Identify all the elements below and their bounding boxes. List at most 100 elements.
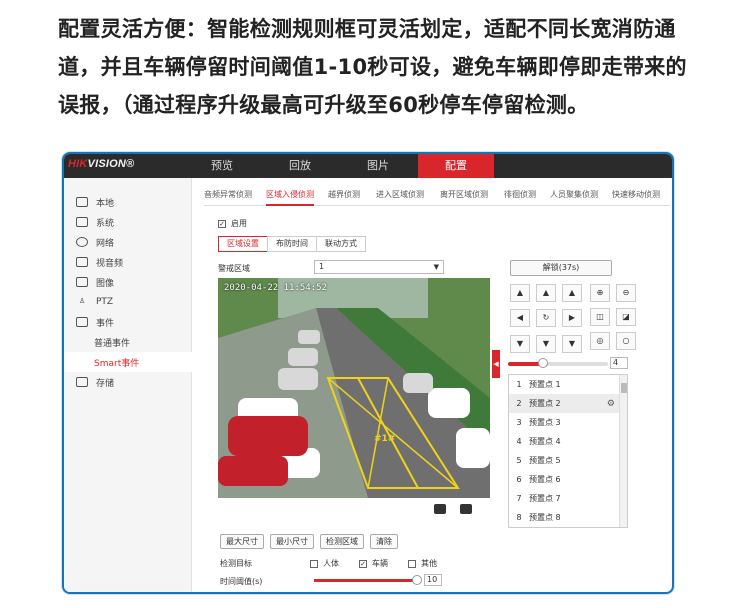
target-human-option[interactable]: 人体 [310, 558, 339, 569]
preset-item[interactable]: 3 预置点 3 [509, 413, 621, 432]
sidebar-item-system[interactable]: 系统 [64, 212, 192, 232]
ptz-up-button[interactable]: ▲ [536, 284, 556, 302]
preset-item[interactable]: 6 预置点 6 [509, 470, 621, 489]
step-area-settings[interactable]: 区域设置 [218, 236, 268, 252]
ptz-left-button[interactable]: ◀ [510, 309, 530, 328]
ptz-icon: ♙ [78, 297, 86, 305]
ptz-speed-slider[interactable] [508, 358, 608, 368]
image-icon [76, 277, 88, 287]
tab-audio-exception[interactable]: 音频异常侦测 [204, 186, 252, 206]
tab-people-gathering[interactable]: 人员聚集侦测 [550, 186, 598, 206]
max-size-button[interactable]: 最大尺寸 [220, 534, 264, 549]
audio-video-icon [76, 257, 88, 267]
preset-item[interactable]: 5 预置点 5 [509, 451, 621, 470]
ptz-speed-value[interactable]: 4 [610, 357, 628, 369]
nav-tab-playback[interactable]: 回放 [262, 154, 338, 178]
config-steps: 区域设置 布防时间 联动方式 [218, 236, 366, 252]
sidebar-item-event[interactable]: 事件 [64, 312, 192, 332]
time-threshold-value[interactable]: 10 [424, 574, 442, 586]
target-other-option[interactable]: 其他 [408, 558, 437, 569]
zone-tag: #1# [374, 434, 396, 444]
ptz-up-right-button[interactable]: ▲ [562, 284, 582, 302]
tab-intrusion[interactable]: 区域入侵侦测 [266, 186, 314, 206]
sidebar-item-audio-video[interactable]: 视音频 [64, 252, 192, 272]
sidebar: 本地 系统 网络 视音频 图像 ♙ PTZ 事件 普通事件 Smart事件 存储 [64, 178, 192, 592]
preset-list: 1 预置点 1 2 预置点 2 ⚙ 3 预置点 3 4 预置点 4 5 预置点 5 6 预置点… [508, 374, 628, 528]
tab-loitering[interactable]: 徘徊侦测 [504, 186, 536, 206]
zone-select[interactable]: 1 ▼ [314, 260, 444, 274]
iris-close-icon[interactable]: ○ [616, 332, 636, 350]
preset-item[interactable]: 8 预置点 8 [509, 508, 621, 527]
ptz-speed-knob[interactable] [538, 358, 548, 368]
tab-region-exiting[interactable]: 离开区域侦测 [440, 186, 488, 206]
chevron-down-icon: ▼ [433, 263, 439, 271]
live-video[interactable]: 2020-04-22 11:54:52 #1# [218, 278, 490, 498]
detection-target-row: 检测目标 人体 ✓ 车辆 其他 [220, 558, 437, 569]
preset-item[interactable]: 1 预置点 1 [509, 375, 621, 394]
ptz-direction-pad: ▲ ▲ ▲ ◀ ↻ ▶ ▼ ▼ ▼ [510, 284, 586, 354]
ptz-down-button[interactable]: ▼ [536, 334, 556, 353]
ptz-auto-button[interactable]: ↻ [536, 309, 556, 328]
iris-open-icon[interactable]: ◎ [590, 332, 610, 350]
nav-tab-preview[interactable]: 预览 [184, 154, 260, 178]
caption-line-3: 误报，（通过程序升级最高可升级至60秒停车停留检测。 [58, 93, 589, 117]
enable-checkbox[interactable]: ✓ [218, 219, 226, 228]
sidebar-item-image[interactable]: 图像 [64, 272, 192, 292]
gear-icon[interactable]: ⚙ [607, 399, 615, 409]
sidebar-item-local[interactable]: 本地 [64, 192, 192, 212]
sidebar-item-network[interactable]: 网络 [64, 232, 192, 252]
target-other-checkbox[interactable] [408, 559, 416, 568]
detection-area-button[interactable]: 检测区域 [320, 534, 364, 549]
video-osd-timestamp: 2020-04-22 11:54:52 [224, 283, 327, 293]
preset-item[interactable]: 7 预置点 7 [509, 489, 621, 508]
preset-item[interactable]: 2 预置点 2 ⚙ [509, 394, 621, 413]
tab-fast-moving[interactable]: 快速移动侦测 [612, 186, 660, 206]
camera-scene [218, 278, 490, 498]
top-navigation-bar: HIKVISION® 预览 回放 图片 配置 [64, 154, 672, 178]
zoom-out-icon[interactable]: ⊖ [616, 284, 636, 302]
camera-snapshot-icon[interactable] [460, 504, 472, 514]
tab-line-crossing[interactable]: 越界侦测 [328, 186, 360, 206]
ptz-lens-controls: ⊕ ⊖ ◫ ◪ ◎ ○ [590, 284, 640, 350]
preset-scrollbar[interactable] [619, 375, 627, 527]
step-linkage-method[interactable]: 联动方式 [316, 236, 366, 252]
zone-label: 警戒区域 [218, 264, 250, 273]
record-icon[interactable] [434, 504, 446, 514]
sidebar-item-smart-event[interactable]: Smart事件 [64, 352, 192, 372]
focus-far-icon[interactable]: ◪ [616, 308, 636, 326]
sidebar-item-storage[interactable]: 存储 [64, 372, 192, 392]
detection-target-label: 检测目标 [220, 559, 252, 568]
nav-tab-config[interactable]: 配置 [418, 154, 494, 178]
time-threshold-knob[interactable] [412, 575, 422, 585]
scrollbar-thumb[interactable] [621, 383, 627, 393]
caption-line-1: 配置灵活方便：智能检测规则框可灵活划定，适配不同长宽消防通 [58, 17, 676, 41]
target-vehicle-checkbox[interactable]: ✓ [359, 559, 367, 568]
time-threshold-slider[interactable] [314, 579, 418, 582]
enable-label: 启用 [231, 219, 247, 228]
preset-item[interactable]: 4 预置点 4 [509, 432, 621, 451]
min-size-button[interactable]: 最小尺寸 [270, 534, 314, 549]
nav-tab-picture[interactable]: 图片 [340, 154, 416, 178]
smart-event-tabs: 音频异常侦测 区域入侵侦测 越界侦测 进入区域侦测 离开区域侦测 徘徊侦测 人员… [204, 186, 670, 206]
ptz-down-right-button[interactable]: ▼ [562, 334, 582, 353]
unlock-button[interactable]: 解锁(37s) [510, 260, 612, 276]
sidebar-item-normal-event[interactable]: 普通事件 [64, 332, 192, 352]
globe-icon [76, 237, 88, 247]
enable-row: ✓ 启用 [218, 218, 247, 229]
system-icon [76, 217, 88, 227]
ptz-down-left-button[interactable]: ▼ [510, 334, 530, 353]
clear-button[interactable]: 清除 [370, 534, 398, 549]
tab-region-entrance[interactable]: 进入区域侦测 [376, 186, 424, 206]
step-arming-schedule[interactable]: 布防时间 [267, 236, 317, 252]
focus-near-icon[interactable]: ◫ [590, 308, 610, 326]
target-human-checkbox[interactable] [310, 559, 318, 568]
ptz-up-left-button[interactable]: ▲ [510, 284, 530, 302]
sidebar-item-ptz[interactable]: ♙ PTZ [64, 292, 192, 312]
target-vehicle-option[interactable]: ✓ 车辆 [359, 558, 388, 569]
app-window: HIKVISION® 预览 回放 图片 配置 本地 系统 网络 视音频 图像 ♙… [62, 152, 674, 594]
collapse-panel-button[interactable]: ◀ [492, 350, 500, 378]
video-toolbar [434, 504, 472, 514]
hikvision-logo: HIKVISION® [68, 158, 135, 170]
ptz-right-button[interactable]: ▶ [562, 309, 582, 328]
zoom-in-icon[interactable]: ⊕ [590, 284, 610, 302]
